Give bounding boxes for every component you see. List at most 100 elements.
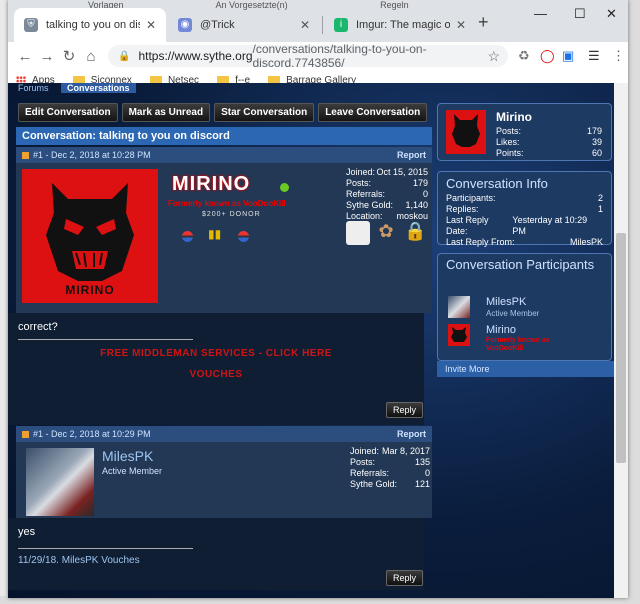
- padlock-badge-icon: 🔒: [404, 221, 427, 241]
- home-icon[interactable]: ⌂: [80, 48, 102, 65]
- post-body-mirino: correct? FREE MIDDLEMAN SERVICES - CLICK…: [8, 313, 424, 425]
- tab-sythe[interactable]: ⛨ talking to you on discord | Sy ✕: [14, 8, 166, 42]
- signature: 11/29/18. MilesPK Vouches: [18, 555, 414, 566]
- bookmark-star-icon[interactable]: ☆: [487, 48, 500, 65]
- edit-conversation-button[interactable]: Edit Conversation: [18, 103, 118, 122]
- reply-button[interactable]: Reply: [386, 570, 424, 586]
- post-mirino: #1 - Dec 2, 2018 at 10:28 PM Report MIRI…: [16, 147, 432, 313]
- post-pin-icon: [22, 430, 29, 438]
- profile-name[interactable]: Mirino: [496, 110, 532, 124]
- post-body-milespk: yes 11/29/18. MilesPK Vouches Reply: [8, 518, 424, 590]
- profile-badge-icon: [346, 221, 370, 245]
- middleman-link[interactable]: FREE MIDDLEMAN SERVICES - CLICK HERE: [18, 348, 414, 359]
- background-window-tabs: Vorlagen An Vorgesetzte(n) Regeln: [88, 0, 499, 10]
- lock-icon: 🔒: [118, 50, 131, 62]
- participant-avatar[interactable]: [448, 296, 470, 318]
- star-conversation-button[interactable]: Star Conversation: [214, 103, 315, 122]
- discord-icon: ◉: [178, 18, 192, 32]
- info-replies: Replies: 1: [446, 204, 603, 214]
- desktop-edge-right: [628, 0, 640, 604]
- report-link[interactable]: Report: [397, 429, 426, 439]
- signature-date: 11/29/18.: [18, 555, 59, 566]
- conversation-info: Conversation Info Participants: 2 Replies…: [437, 171, 612, 247]
- page-viewport: Forums Conversations Edit Conversation M…: [8, 83, 628, 598]
- avatar-caption: MIRINO: [65, 283, 115, 297]
- url-host: https://www.sythe.org: [138, 49, 253, 63]
- participant-name[interactable]: MilesPK: [486, 296, 526, 308]
- invite-more-link[interactable]: Invite More: [437, 361, 614, 377]
- profile-stat: Likes: 39: [496, 137, 602, 147]
- formerly-known-as: Formerly known as VooDooKill: [168, 199, 286, 208]
- close-icon[interactable]: ✕: [146, 18, 156, 32]
- online-status-icon: [280, 183, 289, 192]
- profile-stat: Points: 60: [496, 148, 602, 158]
- participant-avatar[interactable]: [448, 324, 470, 346]
- tab-strip: Vorlagen An Vorgesetzte(n) Regeln ⛨ talk…: [8, 0, 628, 42]
- menu-dots-icon[interactable]: ⋮: [612, 48, 625, 64]
- scrollbar-thumb[interactable]: [616, 233, 626, 463]
- breadcrumb-forums[interactable]: Forums: [18, 83, 49, 93]
- signature-divider: [18, 339, 193, 340]
- opera-extension-icon[interactable]: ◯: [540, 48, 555, 64]
- close-icon[interactable]: ✕: [456, 18, 466, 32]
- stat-joined: Joined: Oct 15, 2015: [346, 167, 428, 177]
- reload-icon[interactable]: ↻: [58, 47, 80, 65]
- conversation-participants: Conversation Participants MilesPK Active…: [437, 253, 612, 361]
- post-number-date[interactable]: #1 - Dec 2, 2018 at 10:28 PM: [33, 150, 151, 160]
- post-header: #1 - Dec 2, 2018 at 10:29 PM Report: [16, 426, 432, 442]
- info-last-reply-from: Last Reply From: MilesPK: [446, 237, 603, 247]
- tab-imgur[interactable]: i Imgur: The magic of the Inter ✕: [324, 8, 476, 42]
- info-participants: Participants: 2: [446, 193, 603, 203]
- profile-stat: Posts: 179: [496, 126, 602, 136]
- minimize-button[interactable]: —: [534, 6, 547, 21]
- post-header: #1 - Dec 2, 2018 at 10:28 PM Report: [16, 147, 432, 163]
- donor-badge-label: $200+ DONOR: [202, 211, 261, 218]
- stat-posts: Posts: 179: [346, 178, 428, 188]
- report-link[interactable]: Report: [397, 150, 426, 160]
- user-stats: Joined: Oct 15, 2015 Posts: 179 Referrals:…: [346, 167, 428, 222]
- close-icon[interactable]: ✕: [300, 18, 310, 32]
- username[interactable]: MilesPK: [102, 448, 153, 464]
- post-number-date[interactable]: #1 - Dec 2, 2018 at 10:29 PM: [33, 429, 151, 439]
- conversation-actions: Edit Conversation Mark as Unread Star Co…: [18, 103, 428, 122]
- post-message: yes: [18, 526, 36, 538]
- recycle-extension-icon[interactable]: ♻: [518, 48, 530, 64]
- vouches-link[interactable]: VOUCHES: [18, 369, 414, 380]
- mark-unread-button[interactable]: Mark as Unread: [121, 103, 211, 122]
- profile-avatar[interactable]: [446, 110, 486, 154]
- avatar[interactable]: [26, 448, 94, 516]
- tab-title: talking to you on discord | Sy: [46, 19, 140, 31]
- back-arrow-icon[interactable]: ←: [14, 48, 36, 65]
- forward-arrow-icon[interactable]: →: [36, 48, 58, 65]
- profile-stats: Posts: 179 Likes: 39 Points: 60: [488, 126, 610, 159]
- oni-mask-icon: [451, 327, 467, 342]
- tab-separator: [322, 16, 323, 34]
- breadcrumb-conversations[interactable]: Conversations: [61, 83, 136, 93]
- participant-name[interactable]: Mirino: [486, 324, 516, 336]
- desktop-edge-left: [0, 0, 8, 604]
- stat-referrals: Referrals: 0: [346, 189, 428, 199]
- tab-discord[interactable]: ◉ @Trick ✕: [168, 8, 320, 42]
- username[interactable]: MIRINO: [172, 173, 250, 196]
- reply-button[interactable]: Reply: [386, 402, 424, 418]
- extensions-icon[interactable]: ☰: [588, 48, 600, 64]
- stat-sythe-gold: Sythe Gold: 121: [350, 479, 430, 489]
- page-title: Conversation: talking to you on discord: [16, 127, 432, 145]
- signature-divider: [18, 548, 193, 549]
- maximize-button[interactable]: ☐: [574, 6, 586, 22]
- address-bar[interactable]: 🔒 https://www.sythe.org/conversations/ta…: [108, 42, 508, 70]
- participant-formerly: Formerly known as VooDooKill: [486, 337, 550, 352]
- squirrel-badge-icon: ✿: [378, 221, 394, 241]
- info-last-reply-date: Last Reply Date: Yesterday at 10:29 PM: [446, 215, 588, 236]
- avatar[interactable]: MIRINO: [22, 169, 158, 303]
- profile-card: Mirino Posts: 179 Likes: 39 Points: 60: [437, 103, 612, 161]
- rank-badge-icon: [182, 231, 193, 242]
- participants-title: Conversation Participants: [446, 257, 595, 272]
- close-window-button[interactable]: ✕: [606, 6, 617, 22]
- new-tab-button[interactable]: +: [478, 12, 489, 33]
- stat-sythe-gold: Sythe Gold: 1,140: [346, 200, 428, 210]
- leave-conversation-button[interactable]: Leave Conversation: [318, 103, 428, 122]
- page-scrollbar[interactable]: [614, 83, 628, 598]
- vouches-link[interactable]: MilesPK Vouches: [62, 555, 140, 566]
- extension-badge-icon[interactable]: ▣: [562, 48, 574, 64]
